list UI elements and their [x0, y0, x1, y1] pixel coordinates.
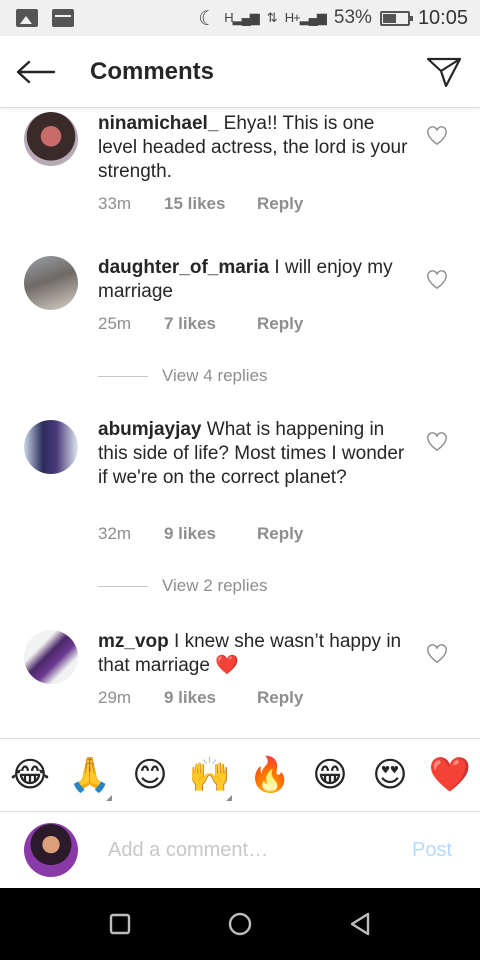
avatar[interactable]: [24, 630, 78, 684]
back-button[interactable]: [0, 36, 72, 108]
post-button[interactable]: Post: [412, 839, 452, 862]
signal-icon-2: H+▂▄▆: [284, 10, 327, 25]
comment-meta: 29m 9 likes Reply: [98, 688, 303, 708]
comment-age: 25m: [98, 314, 132, 333]
battery-percent: 53%: [333, 7, 372, 28]
comment-text: ninamichael_ Ehya!! This is one level he…: [98, 113, 408, 182]
heart-icon[interactable]: [426, 432, 448, 452]
emoji-heart-eyes-icon[interactable]: 😍: [360, 755, 420, 795]
gallery-icon: [16, 9, 38, 27]
comment-age: 29m: [98, 688, 132, 707]
square-icon: [109, 913, 131, 935]
activity-icon: [52, 9, 74, 27]
reply-button[interactable]: Reply: [257, 688, 303, 708]
avatar[interactable]: [24, 420, 78, 474]
likes-count[interactable]: 9 likes: [164, 524, 257, 544]
comment-username[interactable]: abumjayjay: [98, 419, 202, 440]
paper-plane-icon: [426, 57, 462, 87]
heart-icon[interactable]: [426, 644, 448, 664]
page-title: Comments: [90, 57, 215, 85]
emoji-smiling-icon[interactable]: 😊: [120, 755, 180, 795]
emoji-fire-icon[interactable]: 🔥: [240, 755, 300, 795]
signal-icon: H▂▄▆: [224, 10, 260, 25]
reply-button[interactable]: Reply: [257, 314, 303, 334]
emoji-quick-bar: 😂 🙏 😊 🙌 🔥 😁 😍 ❤️: [0, 738, 480, 812]
moon-icon: ☾: [198, 7, 217, 30]
comment-meta: 25m 7 likes Reply: [98, 314, 303, 334]
reply-button[interactable]: Reply: [257, 524, 303, 544]
comment-composer: Post: [0, 812, 480, 888]
back-nav-button[interactable]: [340, 904, 380, 944]
comment-username[interactable]: ninamichael_: [98, 113, 218, 134]
comment-text: abumjayjay What is happening in this sid…: [98, 419, 405, 488]
comment-username[interactable]: mz_vop: [98, 631, 169, 652]
likes-count[interactable]: 9 likes: [164, 688, 257, 708]
arrow-left-icon: [16, 60, 56, 83]
heart-icon[interactable]: [426, 126, 448, 146]
emoji-raised-hands-icon[interactable]: 🙌: [180, 755, 240, 801]
emoji-praying-hands-icon[interactable]: 🙏: [60, 755, 120, 801]
clock: 10:05: [417, 6, 468, 29]
navigation-bar: [0, 888, 480, 960]
view-replies-button[interactable]: View 4 replies: [98, 366, 268, 386]
comments-list[interactable]: ninamichael_ Ehya!! This is one level he…: [0, 108, 480, 738]
avatar: [24, 823, 78, 877]
avatar[interactable]: [24, 112, 78, 166]
emoji-grinning-icon[interactable]: 😁: [300, 755, 360, 795]
view-replies-button[interactable]: View 2 replies: [98, 576, 268, 596]
data-arrows-icon: ⇅: [266, 10, 278, 25]
avatar[interactable]: [24, 256, 78, 310]
comment-text: daughter_of_maria I will enjoy my marria…: [98, 257, 393, 302]
emoji-red-heart-icon[interactable]: ❤️: [420, 755, 480, 795]
comment-age: 32m: [98, 524, 132, 543]
share-button[interactable]: [408, 36, 480, 108]
heart-icon[interactable]: [426, 270, 448, 290]
triangle-back-icon: [350, 912, 370, 936]
comment-username[interactable]: daughter_of_maria: [98, 257, 269, 278]
comment-meta: 33m 15 likes Reply: [98, 194, 303, 214]
battery-icon: [379, 10, 413, 26]
likes-count[interactable]: 15 likes: [164, 194, 257, 214]
recents-button[interactable]: [100, 904, 140, 944]
comment-text: mz_vop I knew she wasn’t happy in that m…: [98, 631, 402, 676]
comment-meta: 32m 9 likes Reply: [98, 524, 303, 544]
reply-button[interactable]: Reply: [257, 194, 303, 214]
comment-input[interactable]: [108, 838, 398, 862]
comment-age: 33m: [98, 194, 132, 213]
circle-icon: [228, 912, 252, 936]
likes-count[interactable]: 7 likes: [164, 314, 257, 334]
divider: [98, 585, 148, 587]
home-button[interactable]: [220, 904, 260, 944]
header: Comments: [0, 36, 480, 108]
emoji-laughing-icon[interactable]: 😂: [0, 755, 60, 795]
divider: [98, 375, 148, 377]
status-bar: ☾ H▂▄▆ ⇅ H+▂▄▆ 53% 10:05: [0, 0, 480, 36]
